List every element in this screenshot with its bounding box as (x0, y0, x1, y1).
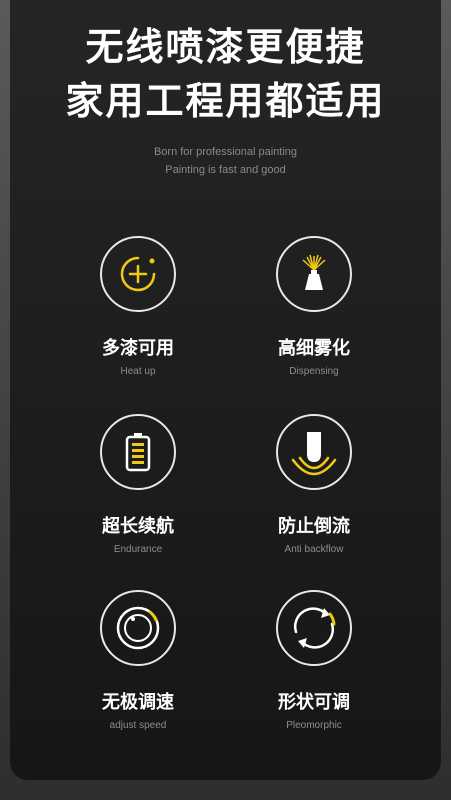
feature-subtitle: Pleomorphic (286, 720, 342, 731)
battery-icon (100, 414, 176, 490)
feature-subtitle: Heat up (120, 366, 156, 377)
feature-subtitle: adjust speed (109, 720, 167, 731)
subtitle-line-2: Painting is fast and good (165, 164, 286, 176)
feature-title: 多漆可用 (102, 338, 174, 359)
feature-stepless-speed: 无极调速 adjust speed (58, 590, 218, 731)
subtitle-line-1: Born for professional painting (153, 146, 298, 158)
feature-adjustable-shape: 形状可调 Pleomorphic (234, 590, 394, 731)
feature-title: 超长续航 (102, 516, 174, 537)
headline-line-2: 家用工程用都适用 (65, 79, 386, 123)
feature-title: 无极调速 (102, 692, 174, 713)
feature-subtitle: Anti backflow (284, 544, 344, 555)
nozzle-icon (276, 414, 352, 490)
feature-subtitle: Endurance (113, 544, 163, 555)
feature-title: 形状可调 (278, 692, 350, 713)
rotate-arrows-icon (276, 590, 352, 666)
feature-subtitle: Dispensing (289, 366, 339, 377)
plus-circle-icon (100, 236, 176, 312)
feature-title: 高细雾化 (278, 338, 350, 359)
headline-line-1: 无线喷漆更便捷 (85, 25, 366, 69)
feature-endurance: 超长续航 Endurance (58, 414, 218, 555)
speed-dial-icon (100, 590, 176, 666)
feature-multi-paint: 多漆可用 Heat up (58, 236, 218, 377)
feature-title: 防止倒流 (278, 516, 350, 537)
feature-fine-atomization: 高细雾化 Dispensing (234, 236, 394, 377)
spray-bottle-icon (276, 236, 352, 312)
feature-anti-backflow: 防止倒流 Anti backflow (234, 414, 394, 555)
